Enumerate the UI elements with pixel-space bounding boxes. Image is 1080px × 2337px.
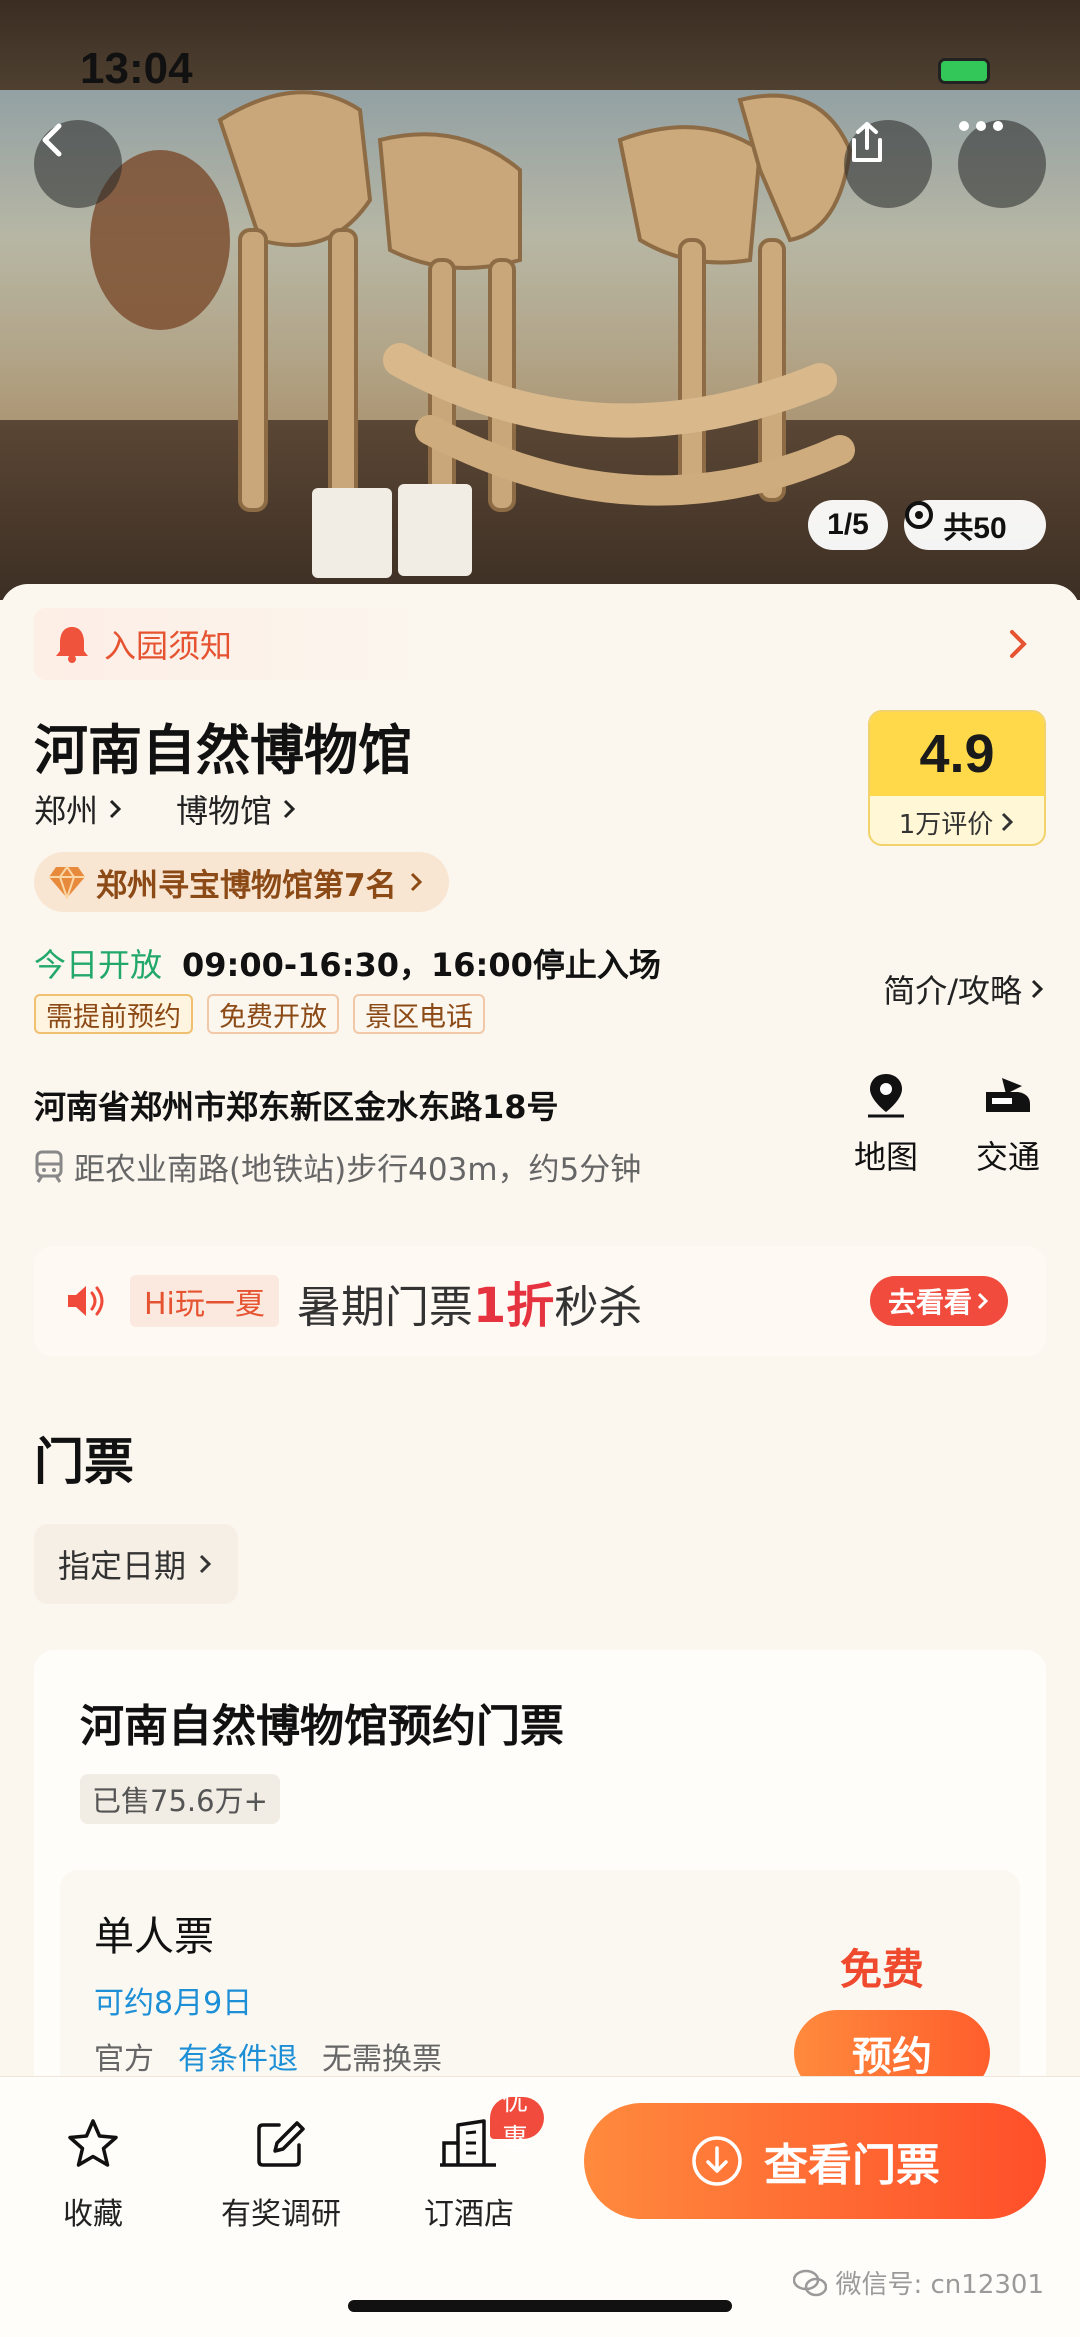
chevron-right-icon — [410, 872, 422, 892]
subway-icon — [35, 1150, 63, 1183]
ticket-terms: 官方 有条件退 无需换票 — [94, 2034, 442, 2078]
transport-icon — [986, 1078, 1030, 1112]
hotel-label: 订酒店 — [424, 2197, 514, 2232]
tag-list: 需提前预约 免费开放 景区电话 — [34, 994, 485, 1034]
camera-icon — [905, 501, 933, 529]
map-button[interactable]: 地图 — [840, 1072, 932, 1178]
hero-photo[interactable]: 13:04 1/5 共50 — [0, 0, 1080, 600]
chevron-right-icon — [1031, 979, 1044, 999]
status-time: 13:04 — [80, 44, 193, 93]
city-link[interactable]: 郑州 — [34, 786, 124, 832]
view-tickets-label: 查看门票 — [764, 2140, 940, 2191]
hotel-discount-badge: 优惠 — [490, 2087, 544, 2154]
tag-phone[interactable]: 景区电话 — [353, 994, 485, 1034]
chevron-right-icon — [977, 1292, 989, 1310]
share-button[interactable] — [844, 120, 932, 208]
traffic-button[interactable]: 交通 — [962, 1072, 1054, 1178]
ticket-option-name: 单人票 — [94, 1914, 214, 1960]
ranking-badge[interactable]: 郑州寻宝博物馆第7名 — [34, 852, 449, 912]
date-filter-chip[interactable]: 指定日期 — [34, 1524, 239, 1604]
favorite-button[interactable]: 收藏 — [18, 2117, 168, 2233]
bell-icon — [56, 627, 88, 663]
wechat-icon — [793, 2269, 828, 2296]
map-label: 地图 — [853, 1138, 918, 1176]
term-official: 官方 — [94, 2042, 154, 2077]
wechat-watermark: 微信号: cn12301 — [793, 2264, 1044, 2301]
category-link[interactable]: 博物馆 — [176, 786, 298, 832]
promo-tag: Hi玩一夏 — [130, 1275, 279, 1327]
open-time: 09:00-16:30，16:00停止入场 — [182, 946, 661, 984]
favorite-label: 收藏 — [63, 2197, 123, 2232]
speaker-icon — [68, 1286, 104, 1316]
album-count: 共50 — [943, 512, 1007, 545]
tag-free: 免费开放 — [207, 994, 339, 1034]
battery-icon — [938, 58, 990, 84]
tickets-section-title: 门票 — [34, 1433, 134, 1491]
traffic-label: 交通 — [975, 1138, 1040, 1176]
metro-distance-label: 距农业南路(地铁站)步行403m，约5分钟 — [74, 1152, 642, 1188]
rating-score: 4.9 — [870, 712, 1044, 796]
open-status: 今日开放 — [34, 946, 163, 984]
ticket-availability: 可约8月9日 — [94, 1986, 253, 2021]
term-refund[interactable]: 有条件退 — [178, 2034, 298, 2078]
promo-highlight: 1折 — [472, 1278, 555, 1334]
metro-distance: 距农业南路(地铁站)步行403m，约5分钟 — [34, 1144, 641, 1189]
intro-guide-link[interactable]: 简介/攻略 — [883, 966, 1046, 1012]
entry-notice-label: 入园须知 — [104, 627, 233, 665]
intro-guide-label: 简介/攻略 — [883, 972, 1022, 1010]
review-count: 1万评价 — [870, 796, 1044, 844]
opening-hours: 今日开放 09:00-16:30，16:00停止入场 — [34, 940, 661, 986]
promo-go-button[interactable]: 去看看 — [869, 1276, 1008, 1326]
diamond-icon — [49, 865, 85, 899]
star-icon — [68, 2119, 118, 2167]
photo-counter: 1/5 — [808, 500, 888, 550]
rating-box[interactable]: 4.9 1万评价 — [868, 710, 1046, 846]
survey-label: 有奖调研 — [221, 2197, 341, 2232]
promo-go-label: 去看看 — [887, 1286, 972, 1319]
promo-text: 暑期门票1折秒杀 — [297, 1266, 642, 1336]
map-pin-icon — [868, 1074, 904, 1118]
chevron-right-icon — [1010, 630, 1027, 658]
ranking-label: 郑州寻宝博物馆第7名 — [96, 867, 397, 904]
promo-text-after: 秒杀 — [554, 1282, 643, 1333]
date-filter-label: 指定日期 — [58, 1547, 187, 1585]
ticket-price: 免费 — [839, 1945, 924, 1994]
chevron-right-icon — [109, 799, 122, 819]
chevron-right-icon — [199, 1554, 212, 1574]
tag-reservation: 需提前预约 — [34, 994, 193, 1034]
watermark-label: 微信号: cn12301 — [835, 2270, 1044, 2300]
sold-count: 已售75.6万+ — [80, 1774, 280, 1824]
breadcrumb: 郑州 博物馆 — [34, 786, 298, 832]
album-button[interactable]: 共50 — [904, 500, 1046, 550]
home-indicator — [348, 2300, 732, 2312]
chevron-right-icon — [283, 799, 296, 819]
attraction-name: 河南自然博物馆 — [34, 719, 412, 782]
city-label: 郑州 — [34, 792, 99, 830]
entry-notice-bar[interactable]: 入园须知 — [34, 608, 1046, 680]
survey-button[interactable]: 有奖调研 — [206, 2117, 356, 2233]
hotel-button[interactable]: 优惠 订酒店 — [394, 2087, 544, 2233]
term-no-exchange: 无需换票 — [322, 2042, 442, 2077]
ticket-product-card[interactable]: 河南自然博物馆预约门票 已售75.6万+ 单人票 可约8月9日 官方 有条件退 … — [34, 1650, 1046, 2150]
chevron-right-icon — [1002, 812, 1014, 832]
edit-icon — [257, 2121, 305, 2167]
summer-promo-banner[interactable]: Hi玩一夏 暑期门票1折秒杀 去看看 — [34, 1246, 1046, 1356]
more-button[interactable] — [958, 120, 1046, 208]
address-text[interactable]: 河南省郑州市郑东新区金水东路18号 — [34, 1082, 559, 1128]
ticket-product-name: 河南自然博物馆预约门票 — [80, 1701, 564, 1752]
more-icon — [959, 121, 1003, 131]
category-label: 博物馆 — [176, 792, 273, 830]
back-icon — [42, 123, 62, 157]
promo-text-before: 暑期门票 — [296, 1282, 473, 1333]
back-button[interactable] — [34, 120, 122, 208]
share-icon — [852, 122, 882, 162]
download-circle-icon — [692, 2136, 742, 2186]
detail-sheet: 入园须知 河南自然博物馆 郑州 博物馆 4.9 1万评价 郑州寻宝博物馆第7名 … — [0, 584, 1080, 2150]
view-tickets-button[interactable]: 查看门票 — [584, 2103, 1046, 2219]
review-count-label: 1万评价 — [898, 809, 994, 840]
